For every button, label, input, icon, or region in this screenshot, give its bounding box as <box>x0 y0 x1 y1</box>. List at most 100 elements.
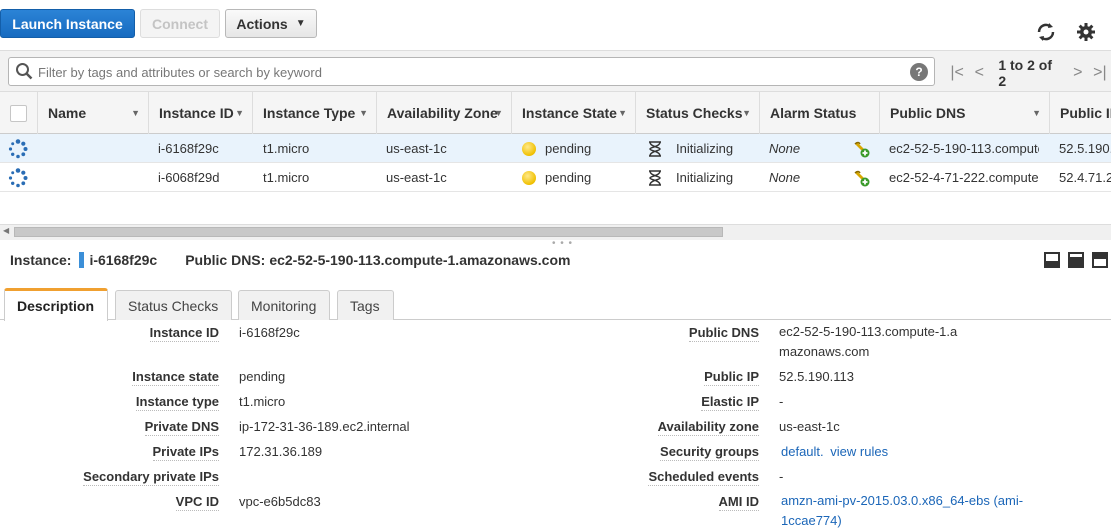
search-input[interactable] <box>38 62 898 82</box>
column-header-public-ip[interactable]: Public IP <box>1050 92 1111 134</box>
value-availability-zone: us-east-1c <box>779 419 840 434</box>
tab-monitoring[interactable]: Monitoring <box>238 290 330 320</box>
cell-availability-zone: us-east-1c <box>386 170 447 185</box>
label-scheduled-events: Scheduled events <box>648 469 759 486</box>
cell-public-ip: 52.4.71.222 <box>1059 170 1111 185</box>
instance-id: i-6168f29c <box>89 252 158 268</box>
label-vpc-id: VPC ID <box>175 494 219 511</box>
last-page-icon[interactable]: >| <box>1089 64 1111 82</box>
security-group-default-link[interactable]: default <box>781 444 820 459</box>
first-page-icon[interactable]: |< <box>946 64 968 82</box>
value-vpc-id[interactable]: vpc-e6b5dc83 <box>239 494 321 509</box>
hourglass-icon <box>649 140 661 157</box>
column-label: Name <box>48 105 87 121</box>
value-instance-id: i-6168f29c <box>239 325 300 340</box>
label-secondary-private-ips: Secondary private IPs <box>83 469 219 486</box>
column-header-instance-id[interactable]: Instance ID ▼ <box>149 92 253 134</box>
half-panel-icon[interactable] <box>1068 252 1084 268</box>
cell-name <box>48 134 148 163</box>
table-row[interactable]: i-6068f29d t1.micro us-east-1c pending I… <box>0 163 1111 192</box>
label-availability-zone: Availability zone <box>657 419 759 436</box>
tab-status-checks[interactable]: Status Checks <box>115 290 232 320</box>
label-instance-id: Instance ID <box>149 325 219 342</box>
detail-tabs: Description Status Checks Monitoring Tag… <box>0 288 1111 321</box>
instance-color-marker <box>79 252 85 268</box>
next-page-icon[interactable]: > <box>1067 64 1089 82</box>
maximize-panel-icon[interactable] <box>1092 252 1108 268</box>
column-header-alarm-status[interactable]: Alarm Status <box>760 92 880 134</box>
cell-instance-type: t1.micro <box>263 141 310 156</box>
table-header: Name ▼ Instance ID ▼ Instance Type ▼ Availa… <box>0 92 1111 134</box>
label-elastic-ip: Elastic IP <box>701 394 759 411</box>
spinner-icon <box>8 163 28 192</box>
status-label: Initializing <box>676 170 734 185</box>
actions-button-label: Actions <box>236 15 288 32</box>
column-header-instance-state[interactable]: Instance State ▼ <box>512 92 636 134</box>
prev-page-icon[interactable]: < <box>968 64 990 82</box>
column-label: Instance ID <box>159 105 234 121</box>
label-private-dns: Private DNS <box>144 419 219 436</box>
panel-size-controls <box>1044 252 1108 268</box>
connect-button[interactable]: Connect <box>140 9 220 38</box>
instance-label: Instance: <box>10 252 72 268</box>
label-private-ips: Private IPs <box>152 444 219 461</box>
tab-description[interactable]: Description <box>4 288 108 321</box>
sort-icon: ▼ <box>1032 108 1041 118</box>
chevron-down-icon: ▼ <box>295 18 306 29</box>
cell-instance-type: t1.micro <box>263 170 310 185</box>
label-ami-id: AMI ID <box>718 494 759 511</box>
sort-icon: ▼ <box>131 108 140 118</box>
column-label: Status Checks <box>646 105 743 121</box>
table-row[interactable]: i-6168f29c t1.micro us-east-1c pending I… <box>0 134 1111 163</box>
pending-state-icon <box>522 141 536 156</box>
state-label: pending <box>545 170 592 185</box>
column-header-availability-zone[interactable]: Availability Zone ▼ <box>377 92 512 134</box>
cell-public-dns: ec2-52-5-190-113.compute-1.amazonaws.com <box>889 141 1039 156</box>
cell-alarm-status: None <box>769 141 801 156</box>
cell-instance-state: pending <box>522 134 591 163</box>
value-instance-type: t1.micro <box>239 394 286 409</box>
state-label: pending <box>545 141 592 156</box>
value-ami-id[interactable]: amzn-ami-pv-2015.03.0.x86_64-ebs (ami-1c… <box>781 491 1036 528</box>
actions-button[interactable]: Actions ▼ <box>225 9 317 38</box>
label-public-dns: Public DNS <box>688 325 759 342</box>
help-icon[interactable]: ? <box>910 63 928 81</box>
cell-instance-id: i-6068f29d <box>158 170 220 185</box>
add-alarm-icon[interactable] <box>852 134 870 163</box>
public-dns-value: ec2-52-5-190-113.compute-1.amazonaws.com <box>269 252 571 268</box>
column-header-name[interactable]: Name ▼ <box>38 92 149 134</box>
column-header-instance-type[interactable]: Instance Type ▼ <box>253 92 377 134</box>
tab-tags[interactable]: Tags <box>337 290 394 320</box>
value-public-dns: ec2-52-5-190-113.compute-1.amazonaws.com <box>779 324 958 359</box>
cell-status-checks: Initializing <box>648 134 733 163</box>
spinner-icon <box>8 134 28 163</box>
refresh-icon[interactable] <box>1034 20 1058 44</box>
value-instance-state: pending <box>239 369 286 384</box>
sort-icon: ▼ <box>359 108 368 118</box>
gear-icon[interactable] <box>1074 20 1098 44</box>
label-instance-state: Instance state <box>132 369 219 386</box>
column-header-public-dns[interactable]: Public DNS ▼ <box>880 92 1050 134</box>
cell-status-checks: Initializing <box>648 163 733 192</box>
select-all-checkbox[interactable] <box>10 104 27 122</box>
column-header-status-checks[interactable]: Status Checks ▼ <box>636 92 760 134</box>
pagination: |< < 1 to 2 of 2 > >| <box>946 57 1111 89</box>
cell-name <box>48 163 148 192</box>
launch-instance-button[interactable]: Launch Instance <box>0 9 135 38</box>
page-range: 1 to 2 of 2 <box>998 57 1052 89</box>
sort-icon: ▼ <box>742 108 751 118</box>
status-label: Initializing <box>676 141 734 156</box>
pending-state-icon <box>522 170 536 185</box>
scroll-left-icon[interactable]: ◀ <box>3 226 9 235</box>
minimize-panel-icon[interactable] <box>1044 252 1060 268</box>
view-rules-link[interactable]: view rules <box>830 444 888 459</box>
value-security-groups: default. view rules <box>781 444 888 459</box>
value-scheduled-events: - <box>779 469 784 484</box>
resize-handle-icon[interactable]: • • • <box>552 238 573 249</box>
scrollbar-thumb[interactable] <box>14 227 723 237</box>
value-private-ips: 172.31.36.189 <box>239 444 323 459</box>
cell-instance-state: pending <box>522 163 591 192</box>
column-label: Instance State <box>522 105 617 121</box>
public-dns-label: Public DNS: <box>185 252 266 268</box>
add-alarm-icon[interactable] <box>852 163 870 192</box>
